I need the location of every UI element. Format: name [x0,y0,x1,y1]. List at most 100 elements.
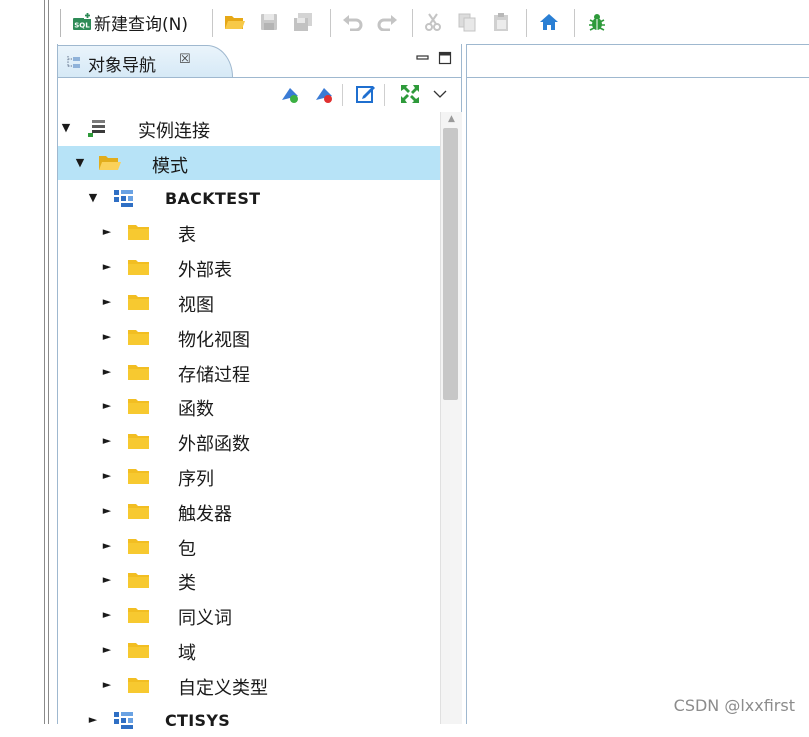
collapsed-twisty-icon[interactable]: ► [101,678,113,691]
schema-icon [113,188,135,208]
expanded-twisty-icon[interactable]: ▼ [87,191,99,204]
tree-node-object-folder[interactable]: ► 函数 [58,389,441,423]
folder-icon [127,327,149,347]
minimize-icon[interactable] [416,51,430,65]
tree-node-label: CTISYS [165,711,231,730]
tree-view-icon [67,56,80,68]
expanded-twisty-icon[interactable]: ▼ [74,156,86,169]
open-button[interactable] [222,10,248,34]
collapsed-twisty-icon[interactable]: ► [101,434,113,447]
tree-node-label: 包 [178,539,196,560]
vertical-scrollbar[interactable]: ▲ [440,112,462,724]
tree-node-label: 同义词 [178,608,232,629]
tree-node-object-folder[interactable]: ► 域 [58,633,441,667]
tree-node-label: 实例连接 [138,121,210,142]
home-button[interactable] [536,10,562,34]
expand-icon [401,85,419,103]
tree-node-object-folder[interactable]: ► 外部表 [58,250,441,284]
disconnect-button[interactable] [312,82,336,106]
collapsed-twisty-icon[interactable]: ► [101,225,113,238]
sql-new-icon: SQL [73,12,91,30]
tree-node-schema[interactable]: ► CTISYS [58,703,441,737]
save-all-button[interactable] [290,10,316,34]
tree-node-object-folder[interactable]: ► 触发器 [58,494,441,528]
toolbar-grip [60,9,61,37]
folder-icon [127,466,149,486]
collapsed-twisty-icon[interactable]: ► [101,295,113,308]
redo-button[interactable] [374,10,400,34]
folder-icon [127,396,149,416]
folder-icon [127,501,149,521]
tree-node-object-folder[interactable]: ► 类 [58,563,441,597]
view-menu-button[interactable] [432,82,448,106]
tab-object-navigator[interactable]: 对象导航 ☒ [58,45,233,77]
collapsed-twisty-icon[interactable]: ► [101,330,113,343]
collapsed-twisty-icon[interactable]: ► [101,365,113,378]
home-icon [540,14,558,30]
tree-node-label: 表 [178,225,196,246]
collapsed-twisty-icon[interactable]: ► [101,399,113,412]
save-icon [261,14,277,30]
undo-button[interactable] [340,10,366,34]
toolbar-separator [212,9,213,37]
viewbar-separator [342,84,343,106]
tree-node-object-folder[interactable]: ► 存储过程 [58,355,441,389]
collapsed-twisty-icon[interactable]: ► [101,260,113,273]
svg-text:SQL: SQL [74,22,90,30]
folder-icon [127,257,149,277]
tree-node-label: 序列 [178,469,214,490]
connect-icon [282,88,298,103]
edit-button[interactable] [354,82,378,106]
tree-node-object-folder[interactable]: ► 序列 [58,459,441,493]
new-query-label: 新建查询(N) [94,14,188,35]
toolbar-separator [330,9,331,37]
folder-icon [127,362,149,382]
tree-node-object-folder[interactable]: ► 包 [58,529,441,563]
connect-button[interactable] [278,82,302,106]
tree-node-label: 物化视图 [178,330,250,351]
expanded-twisty-icon[interactable]: ▼ [60,121,72,134]
tree-node-label: 触发器 [178,504,232,525]
collapsed-twisty-icon[interactable]: ► [101,643,113,656]
scroll-up-arrow[interactable]: ▲ [441,114,462,126]
collapsed-twisty-icon[interactable]: ► [101,504,113,517]
collapsed-twisty-icon[interactable]: ► [101,539,113,552]
collapsed-twisty-icon[interactable]: ► [101,573,113,586]
tree-node-object-folder[interactable]: ► 外部函数 [58,424,441,458]
toolbar-separator [412,9,413,37]
maximize-icon[interactable] [438,51,452,65]
tree-node-object-folder[interactable]: ► 视图 [58,285,441,319]
new-query-button[interactable]: SQL 新建查询(N) [72,10,188,35]
save-button[interactable] [256,10,282,34]
tree-node-schema-folder[interactable]: ▼ 模式 [58,146,441,180]
tree-node-object-folder[interactable]: ► 表 [58,215,441,249]
tree-node-label: 外部表 [178,260,232,281]
tree-node-label: 存储过程 [178,365,250,386]
tab-title: 对象导航 [88,56,156,76]
tree-node-label: 模式 [152,156,188,177]
folder-icon [127,605,149,625]
copy-button[interactable] [454,10,480,34]
paste-button[interactable] [488,10,514,34]
debug-button[interactable] [584,10,610,34]
close-icon[interactable]: ☒ [179,52,191,67]
watermark: CSDN @lxxfirst [673,696,795,715]
schema-icon [113,710,135,730]
tree-node-object-folder[interactable]: ► 同义词 [58,598,441,632]
tree-node-schema[interactable]: ▼ BACKTEST [58,181,441,215]
database-instance-icon [86,118,108,138]
collapsed-twisty-icon[interactable]: ► [101,608,113,621]
tree-node-label: 函数 [178,399,214,420]
expand-all-button[interactable] [398,82,422,106]
disconnect-icon [316,88,332,103]
gutter-divider-2 [48,0,49,724]
tree-node-object-folder[interactable]: ► 物化视图 [58,320,441,354]
collapsed-twisty-icon[interactable]: ► [101,469,113,482]
cut-button[interactable] [420,10,446,34]
tree-node-instance-connection[interactable]: ▼ 实例连接 [58,111,441,145]
scrollbar-thumb[interactable] [443,128,458,400]
folder-open-icon [225,16,245,29]
tree-node-object-folder[interactable]: ► 自定义类型 [58,668,441,702]
bug-icon [589,14,605,31]
collapsed-twisty-icon[interactable]: ► [87,713,99,726]
